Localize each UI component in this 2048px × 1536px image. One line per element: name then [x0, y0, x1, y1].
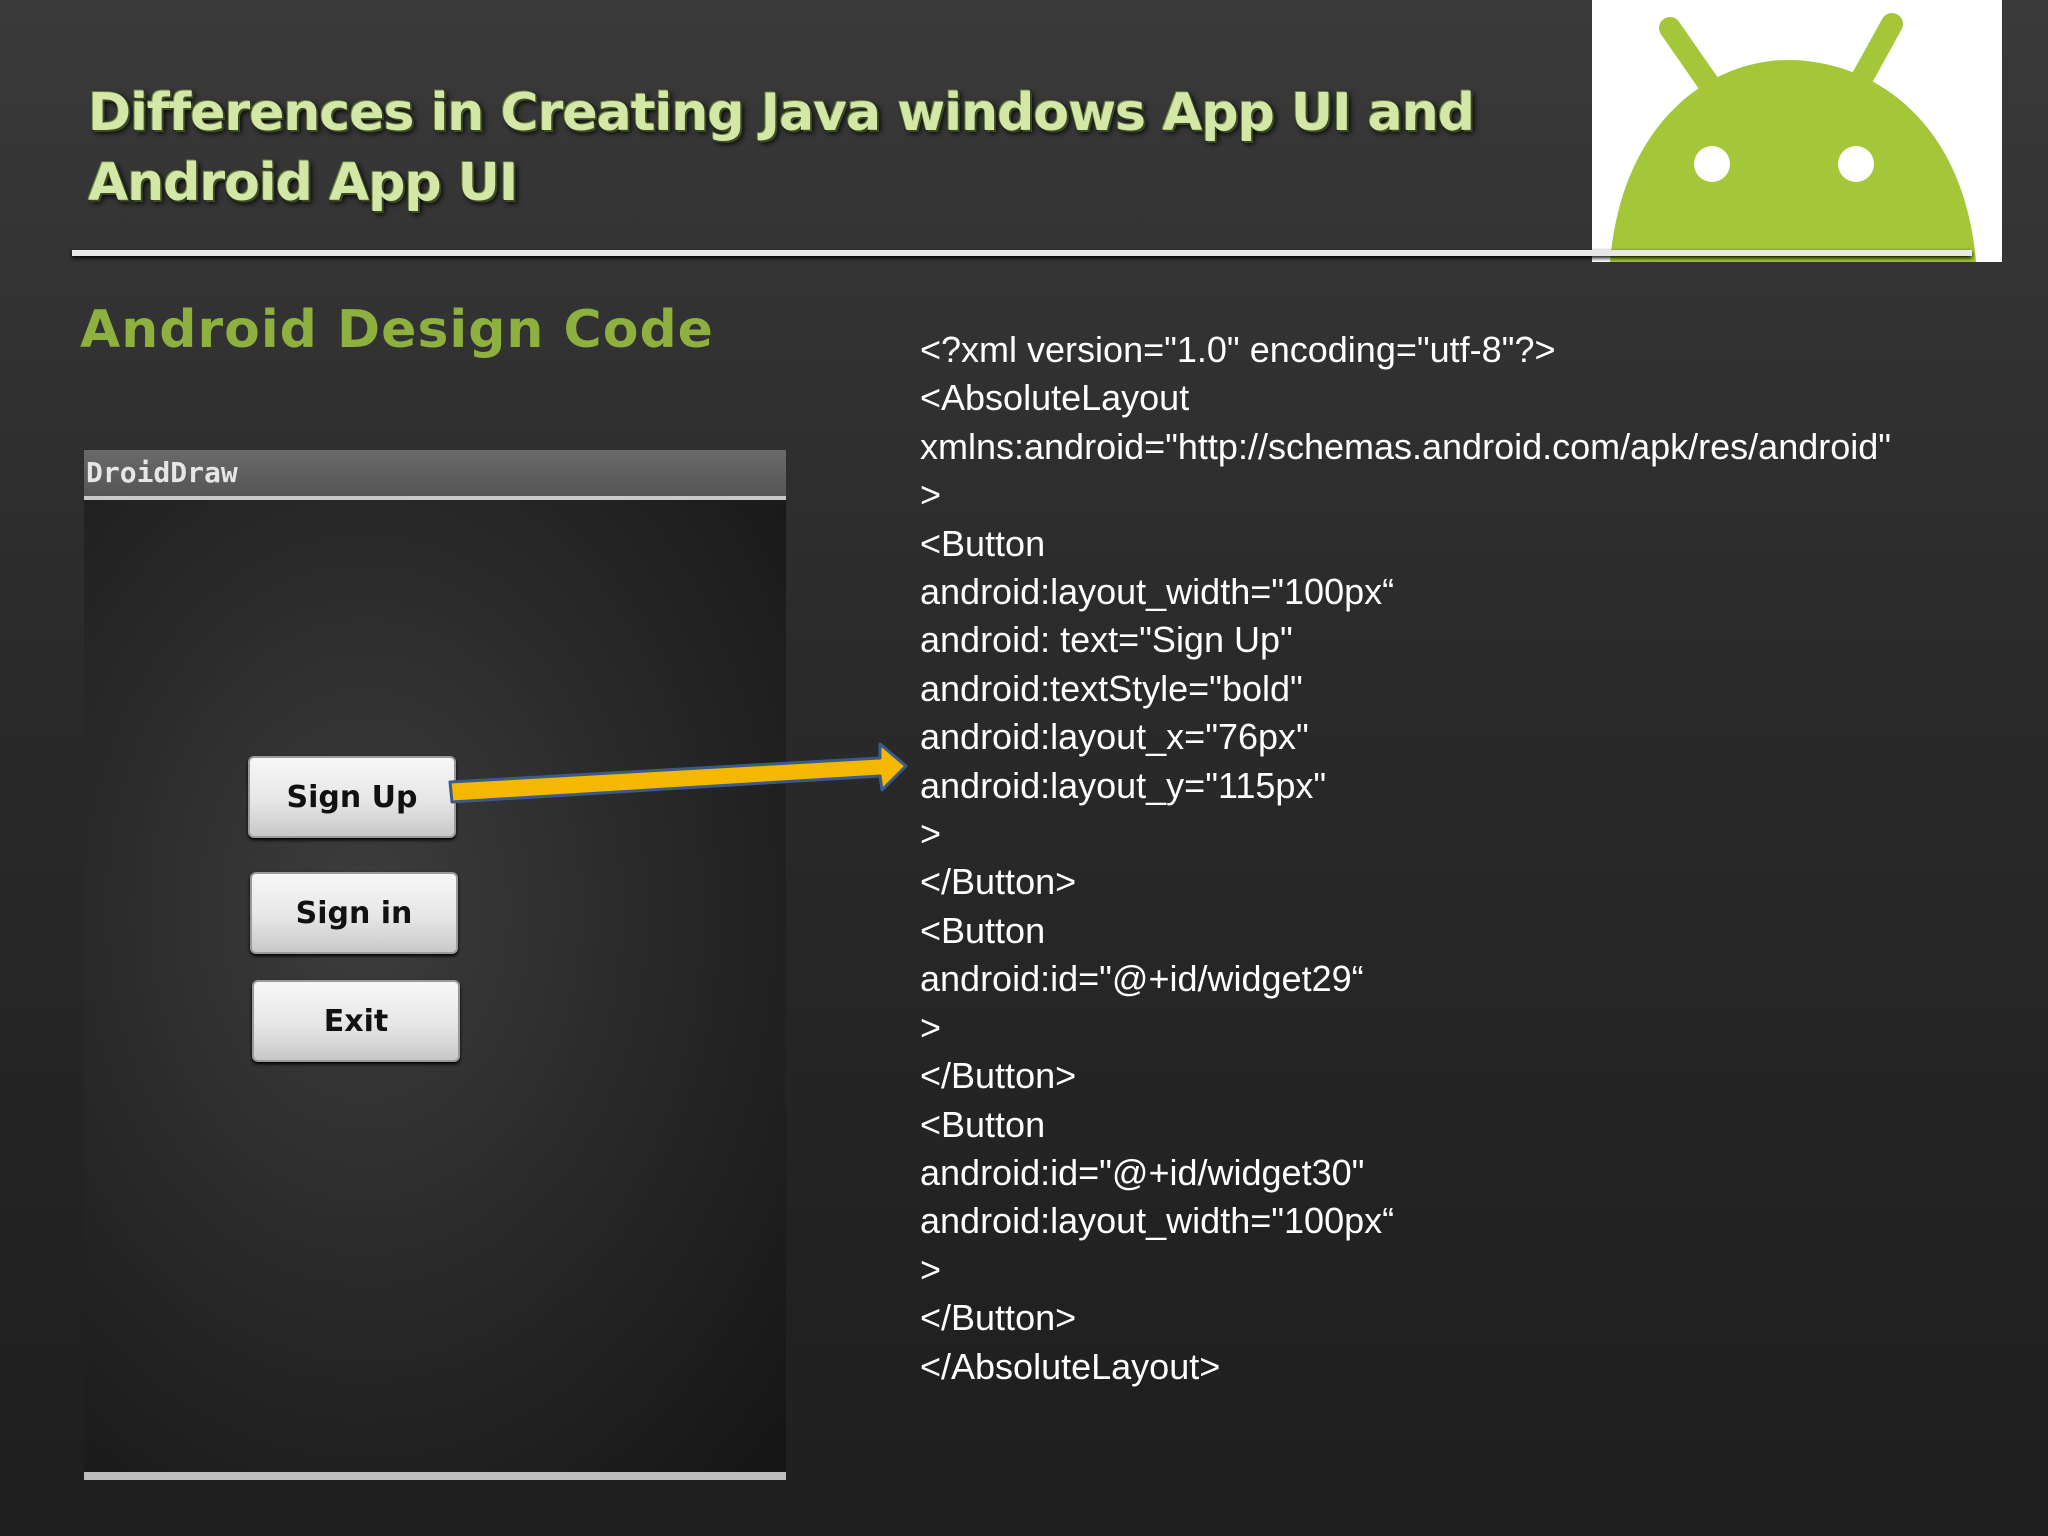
code-line: android: text="Sign Up" — [920, 619, 1293, 661]
section-heading: Android Design Code — [80, 300, 714, 360]
sign-up-button[interactable]: Sign Up — [248, 756, 456, 838]
code-line: <Button — [920, 522, 1046, 564]
exit-button[interactable]: Exit — [252, 980, 460, 1062]
xml-code-block: <?xml version="1.0" encoding="utf-8"?> <A… — [920, 326, 1960, 1391]
code-line: android:layout_x="76px" — [920, 716, 1309, 758]
arrow-right-icon — [448, 742, 908, 804]
code-line: android:layout_width="100px“ — [920, 1200, 1395, 1242]
title-divider — [72, 250, 1972, 256]
code-line: <Button — [920, 909, 1046, 951]
code-line: android:layout_width="100px“ — [920, 571, 1395, 613]
code-line: > — [920, 813, 942, 855]
code-line: </Button> — [920, 1297, 1077, 1339]
code-line: > — [920, 1006, 942, 1048]
window-titlebar: DroidDraw — [84, 450, 786, 500]
code-line: > — [920, 474, 942, 516]
slide-title: Differences in Creating Java windows App… — [88, 83, 1475, 213]
window-title: DroidDraw — [86, 456, 238, 489]
code-line: xmlns:android="http://schemas.android.co… — [920, 425, 1892, 467]
code-line: <Button — [920, 1103, 1046, 1145]
code-line: <?xml version="1.0" encoding="utf-8"?> — [920, 329, 1556, 370]
code-line: > — [920, 1248, 942, 1290]
sign-in-button[interactable]: Sign in — [250, 872, 458, 954]
code-line: android:textStyle="bold" — [920, 667, 1303, 709]
code-line: </Button> — [920, 861, 1077, 903]
code-line: android:id="@+id/widget29“ — [920, 958, 1364, 1000]
code-line: android:layout_y="115px" — [920, 764, 1327, 806]
code-line: </Button> — [920, 1055, 1077, 1097]
android-logo-icon — [1592, 0, 2002, 262]
code-line: </AbsoluteLayout> — [920, 1345, 1221, 1387]
slide: Differences in Creating Java windows App… — [0, 0, 2048, 1536]
code-line: <AbsoluteLayout — [920, 377, 1190, 419]
droiddraw-window: DroidDraw Sign Up Sign in Exit — [84, 450, 786, 1480]
code-line: android:id="@+id/widget30" — [920, 1151, 1365, 1193]
